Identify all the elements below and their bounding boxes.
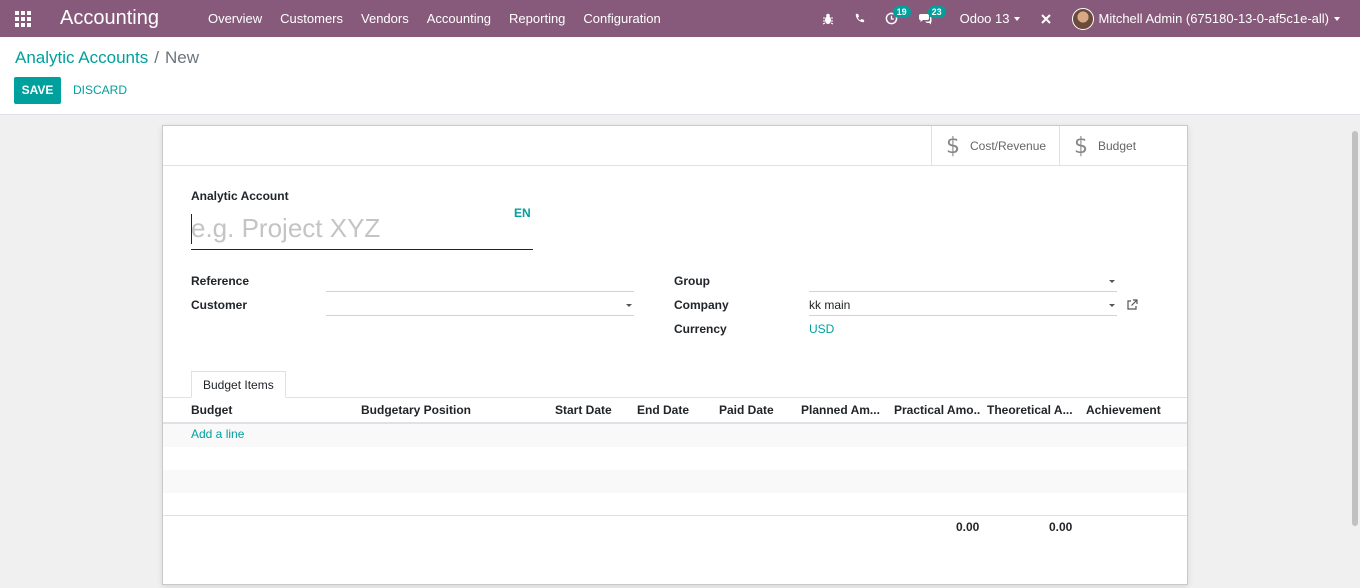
table-row [163, 424, 1187, 447]
company-label: Company [674, 298, 729, 312]
add-a-line-link[interactable]: Add a line [191, 427, 244, 441]
analytic-account-placeholder: e.g. Project XYZ [191, 213, 381, 243]
activity-clock-icon[interactable]: 19 [875, 0, 911, 37]
text-cursor [191, 214, 192, 244]
chevron-down-icon [1014, 16, 1021, 21]
analytic-account-label: Analytic Account [191, 189, 289, 203]
messages-count-badge: 23 [927, 6, 946, 18]
breadcrumb: Analytic Accounts / New [15, 48, 199, 68]
smart-button-box: $ Cost/Revenue $ Budget [163, 126, 1187, 166]
apps-menu-icon[interactable] [0, 0, 46, 37]
table-row [163, 470, 1187, 493]
budget-label: Budget [1098, 139, 1137, 153]
column-header-paid-date[interactable]: Paid Date [719, 403, 794, 417]
column-header-end-date[interactable]: End Date [637, 403, 712, 417]
debug-bug-icon[interactable] [812, 0, 844, 37]
scrollbar[interactable] [1350, 115, 1360, 588]
total-practical-amount: 0.00 [956, 520, 980, 534]
tools-cross-icon[interactable] [1030, 0, 1062, 37]
user-name: Mitchell Admin (675180-13-0-af5c1e-all) [1098, 11, 1329, 26]
tab-budget-items[interactable]: Budget Items [191, 371, 286, 398]
external-link-icon[interactable] [1126, 299, 1138, 311]
column-header-achievement[interactable]: Achievement [1086, 403, 1176, 417]
table-row [163, 447, 1187, 470]
control-panel: Analytic Accounts / New SAVE DISCARD [0, 37, 1360, 115]
group-select[interactable] [809, 272, 1117, 292]
language-translate-button[interactable]: EN [514, 206, 531, 220]
menu-reporting[interactable]: Reporting [500, 0, 574, 37]
group-label: Group [674, 274, 710, 288]
column-header-practical-amount[interactable]: Practical Amo... [894, 403, 980, 417]
column-header-budget[interactable]: Budget [191, 403, 351, 417]
cost-revenue-label: Cost/Revenue [970, 139, 1047, 153]
column-header-theoretical-amount[interactable]: Theoretical A... [987, 403, 1073, 417]
messages-icon[interactable]: 23 [908, 0, 950, 37]
menu-overview[interactable]: Overview [199, 0, 271, 37]
chevron-down-icon [1334, 16, 1340, 21]
database-label: Odoo 13 [959, 11, 1010, 26]
breadcrumb-separator: / [154, 48, 159, 67]
company-select[interactable]: kk main [809, 296, 1117, 316]
table-row [163, 493, 1187, 516]
currency-value[interactable]: USD [809, 322, 834, 336]
scrollbar-thumb[interactable] [1352, 131, 1358, 526]
notebook-tab-line [163, 397, 1187, 398]
table-footer-divider [163, 515, 1187, 516]
database-switcher[interactable]: Odoo 13 [950, 0, 1031, 37]
cost-revenue-button[interactable]: $ Cost/Revenue [931, 126, 1059, 166]
chevron-down-icon [1109, 280, 1115, 283]
reference-input[interactable] [326, 272, 634, 292]
discard-button[interactable]: DISCARD [66, 77, 134, 104]
top-navbar: Accounting Overview Customers Vendors Ac… [0, 0, 1360, 37]
menu-customers[interactable]: Customers [271, 0, 352, 37]
menu-accounting[interactable]: Accounting [418, 0, 500, 37]
company-value: kk main [809, 298, 851, 312]
dollar-icon: $ [1074, 133, 1088, 159]
customer-select[interactable] [326, 296, 634, 316]
avatar [1072, 7, 1095, 30]
form-sheet: $ Cost/Revenue $ Budget Analytic Account… [162, 125, 1188, 585]
breadcrumb-current: New [164, 48, 199, 67]
save-button[interactable]: SAVE [14, 77, 61, 104]
app-title[interactable]: Accounting [60, 7, 159, 30]
systray: 19 23 Odoo 13 Mitchell Admin (675180-13-… [812, 0, 1360, 37]
main-menu: Overview Customers Vendors Accounting Re… [199, 0, 670, 37]
column-header-start-date[interactable]: Start Date [555, 403, 630, 417]
phone-icon[interactable] [844, 0, 875, 37]
breadcrumb-parent[interactable]: Analytic Accounts [15, 48, 148, 67]
dollar-icon: $ [946, 133, 960, 159]
reference-label: Reference [191, 274, 250, 288]
budget-button[interactable]: $ Budget [1059, 126, 1187, 166]
column-header-planned-amount[interactable]: Planned Am... [801, 403, 887, 417]
menu-vendors[interactable]: Vendors [352, 0, 418, 37]
currency-label: Currency [674, 322, 727, 336]
user-menu[interactable]: Mitchell Admin (675180-13-0-af5c1e-all) [1062, 0, 1360, 37]
analytic-account-name-input[interactable]: e.g. Project XYZ [191, 208, 533, 250]
total-theoretical-amount: 0.00 [1049, 520, 1073, 534]
menu-configuration[interactable]: Configuration [574, 0, 669, 37]
chevron-down-icon [1109, 304, 1115, 307]
column-header-budgetary-position[interactable]: Budgetary Position [361, 403, 541, 417]
customer-label: Customer [191, 298, 248, 312]
chevron-down-icon [626, 304, 632, 307]
